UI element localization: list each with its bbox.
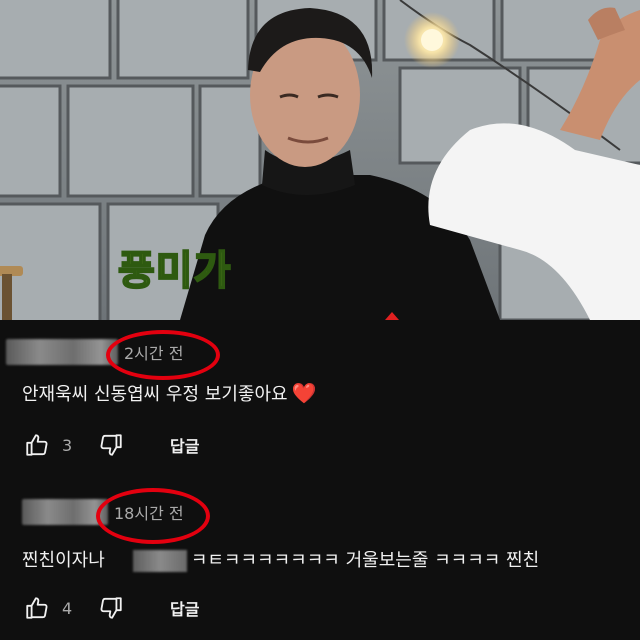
like-count: 3 [62,435,73,455]
comments-section: 2시간 전 안재욱씨 신동엽씨 우정 보기좋아요 ❤️ 3 답글 18시간 전 … [0,320,640,640]
comment-text: 안재욱씨 신동엽씨 우정 보기좋아요 ❤️ [22,380,316,406]
reply-button[interactable]: 답글 [170,596,199,620]
thumbs-down-icon[interactable] [96,430,126,460]
thumbs-up-icon[interactable] [22,593,52,623]
comment-body: 안재욱씨 신동엽씨 우정 보기좋아요 [22,384,288,405]
video-caption: 풍미가 [117,247,232,295]
thumbs-down-icon[interactable] [96,593,126,623]
reply-button[interactable]: 답글 [170,433,199,457]
comment-actions: 3 답글 [22,430,199,460]
heart-emoji: ❤️ [291,381,317,405]
author-name-blurred[interactable] [6,339,118,365]
video-scene [0,0,640,320]
video-frame[interactable]: 풍미가 [0,0,640,320]
comment-body-end: ㅋㅌㅋㅋㅋㅋㅋㅋㅋ 거울보는줄 ㅋㅋㅋㅋ 찐친 [190,550,540,571]
blurred-text [132,550,187,572]
comment-text: 찐친이자나 ㅋㅌㅋㅋㅋㅋㅋㅋㅋ 거울보는줄 ㅋㅋㅋㅋ 찐친 [22,546,539,572]
comment-actions: 4 답글 [22,593,199,623]
highlight-circle [106,330,220,380]
like-count: 4 [62,598,73,618]
comment-body-start: 찐친이자나 [22,550,105,571]
thumbs-up-icon[interactable] [22,430,52,460]
highlight-circle [96,488,210,544]
author-name-blurred[interactable] [22,499,108,525]
